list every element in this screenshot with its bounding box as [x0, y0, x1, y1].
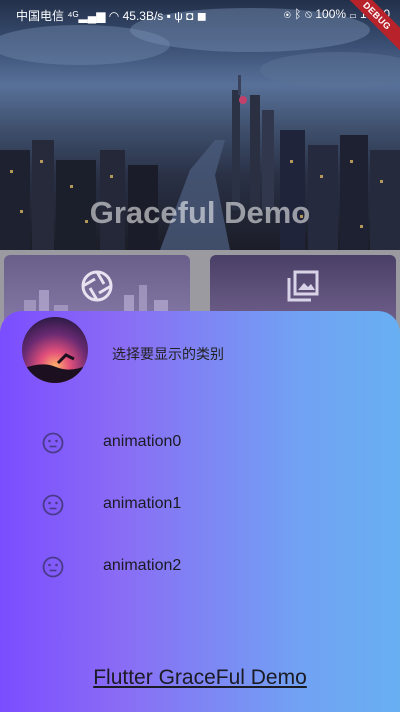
eye-icon: ◉	[283, 7, 291, 21]
app-screen: 中国电信 ⁴ᴳ▂▄▆ ◠ 45.3B/s ▪ ψ ◘ ◼ ◉ ᛒ ⍉ 100% …	[0, 0, 400, 712]
photo-library-icon	[286, 269, 320, 308]
list-item-label: animation1	[103, 495, 182, 512]
battery-icon: ▭	[349, 7, 357, 21]
list-item[interactable]: animation0	[0, 423, 400, 463]
status-bar: 中国电信 ⁴ᴳ▂▄▆ ◠ 45.3B/s ▪ ψ ◘ ◼ ◉ ᛒ ⍉ 100% …	[0, 0, 400, 28]
category-prompt: 选择要显示的类别	[112, 346, 224, 362]
mute-icon: ⍉	[304, 7, 313, 21]
carrier-label: 中国电信	[16, 9, 65, 23]
list-item-label: animation0	[103, 433, 182, 450]
list-item[interactable]: animation2	[0, 547, 400, 587]
list-item[interactable]: animation1	[0, 485, 400, 525]
sentiment-neutral-icon	[42, 494, 64, 521]
page-title: Graceful Demo	[89, 195, 311, 230]
header-image: 中国电信 ⁴ᴳ▂▄▆ ◠ 45.3B/s ▪ ψ ◘ ◼ ◉ ᛒ ⍉ 100% …	[0, 0, 400, 250]
signal-icon: ⁴ᴳ▂▄▆	[67, 9, 106, 23]
sentiment-neutral-icon	[42, 556, 64, 583]
list-item-label: animation2	[103, 557, 182, 574]
category-drawer: 选择要显示的类别 animation0 animation1 animation…	[0, 311, 400, 712]
bluetooth-icon: ᛒ	[294, 7, 302, 21]
sentiment-neutral-icon	[42, 432, 64, 459]
wifi-icon: ◠	[108, 9, 120, 23]
avatar	[22, 317, 88, 383]
network-speed: 45.3B/s	[122, 9, 164, 23]
battery-percent: 100%	[315, 7, 347, 21]
footer-link[interactable]: Flutter GraceFul Demo	[0, 666, 400, 690]
aperture-icon	[80, 269, 114, 308]
sunset-avatar-image	[22, 353, 88, 383]
notification-icons: ▪ ψ ◘ ◼	[166, 9, 207, 23]
